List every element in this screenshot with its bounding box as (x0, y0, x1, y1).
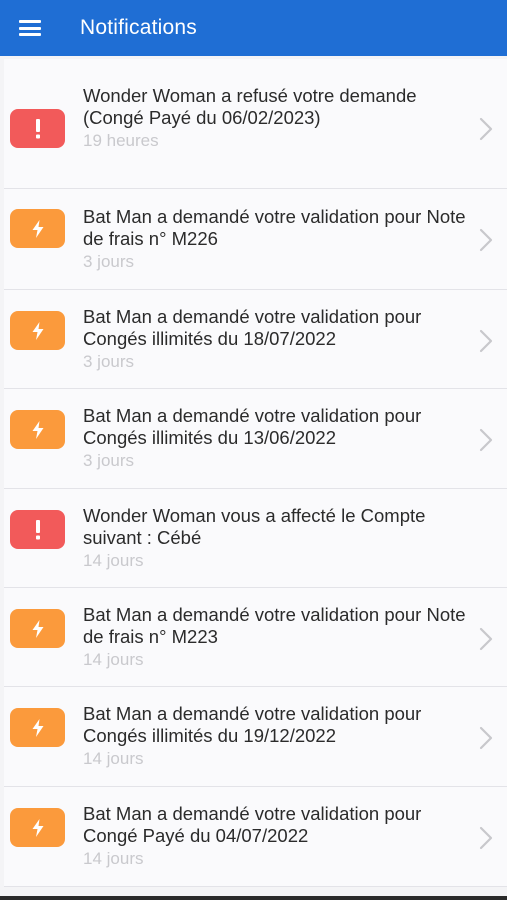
notification-item[interactable]: Bat Man a demandé votre validation pour … (4, 787, 507, 887)
notification-item[interactable]: Wonder Woman vous a affecté le Compte su… (4, 489, 507, 588)
notification-time: 3 jours (83, 352, 135, 371)
notification-time: 14 jours (83, 849, 144, 868)
notification-item[interactable]: Bat Man a demandé votre validation pour … (4, 290, 507, 389)
app-bar: Notifications (0, 0, 507, 56)
notification-item[interactable]: Bat Man a demandé votre validation pour … (4, 189, 507, 290)
notification-content: Bat Man a demandé votre validation pour … (83, 306, 467, 373)
notification-time: 3 jours (83, 252, 135, 271)
notification-time: 14 jours (83, 551, 144, 570)
chevron-right-icon (479, 117, 493, 141)
notification-item[interactable]: Bat Man a demandé votre validation pour … (4, 588, 507, 687)
exclamation-icon (10, 109, 65, 148)
notification-message: Bat Man a demandé votre validation pour … (83, 206, 466, 249)
notification-content: Bat Man a demandé votre validation pour … (83, 206, 467, 273)
menu-button[interactable] (0, 0, 60, 56)
chevron-right-icon (479, 726, 493, 750)
exclamation-icon (10, 510, 65, 549)
notification-message: Bat Man a demandé votre validation pour … (83, 405, 422, 448)
notification-content: Bat Man a demandé votre validation pour … (83, 703, 467, 770)
notification-time: 19 heures (83, 131, 159, 150)
notification-message: Wonder Woman vous a affecté le Compte su… (83, 505, 426, 548)
notification-message: Wonder Woman a refusé votre demande (Con… (83, 85, 417, 128)
notification-content: Bat Man a demandé votre validation pour … (83, 405, 467, 472)
notification-message: Bat Man a demandé votre validation pour … (83, 604, 466, 647)
notification-content: Bat Man a demandé votre validation pour … (83, 604, 467, 671)
notification-time: 14 jours (83, 650, 144, 669)
notification-content: Wonder Woman vous a affecté le Compte su… (83, 505, 467, 572)
hamburger-menu-icon (19, 20, 41, 36)
notification-item[interactable]: Bat Man a demandé votre validation pour … (4, 389, 507, 489)
notification-content: Wonder Woman a refusé votre demande (Con… (83, 85, 467, 152)
notification-list: Wonder Woman a refusé votre demande (Con… (4, 59, 507, 887)
lightning-icon (10, 808, 65, 847)
notification-item[interactable]: Wonder Woman a refusé votre demande (Con… (4, 59, 507, 189)
lightning-icon (10, 609, 65, 648)
notification-content: Bat Man a demandé votre validation pour … (83, 803, 467, 870)
page-title: Notifications (80, 16, 197, 39)
lightning-icon (10, 708, 65, 747)
chevron-right-icon (479, 329, 493, 353)
chevron-right-icon (479, 228, 493, 252)
notification-time: 14 jours (83, 749, 144, 768)
chevron-right-icon (479, 428, 493, 452)
notification-message: Bat Man a demandé votre validation pour … (83, 803, 422, 846)
notification-message: Bat Man a demandé votre validation pour … (83, 703, 422, 746)
notification-time: 3 jours (83, 451, 135, 470)
notification-item[interactable]: Bat Man a demandé votre validation pour … (4, 687, 507, 787)
chevron-right-icon (479, 826, 493, 850)
lightning-icon (10, 410, 65, 449)
notification-message: Bat Man a demandé votre validation pour … (83, 306, 422, 349)
bottom-divider (0, 896, 507, 900)
lightning-icon (10, 209, 65, 248)
notifications-screen: Notifications Wonder Woman a refusé votr… (0, 0, 507, 900)
chevron-right-icon (479, 627, 493, 651)
lightning-icon (10, 311, 65, 350)
